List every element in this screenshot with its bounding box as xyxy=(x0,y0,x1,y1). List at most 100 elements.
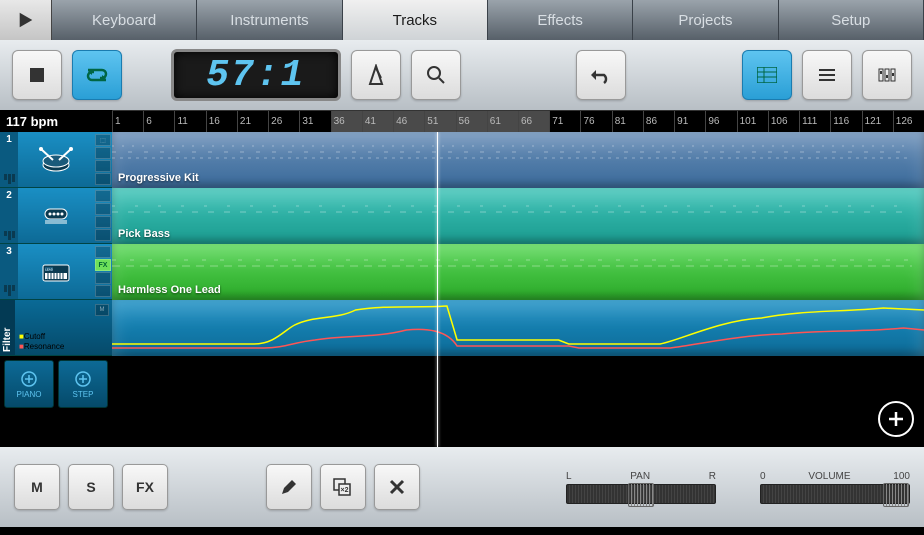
automation-badge[interactable] xyxy=(95,190,111,202)
level-meter-icon xyxy=(4,231,15,240)
solo-badge[interactable] xyxy=(95,216,111,228)
transport-toolbar: 57:1 xyxy=(0,40,924,110)
ruler-tick[interactable]: 111 xyxy=(799,111,830,132)
ruler-tick[interactable]: 66 xyxy=(518,111,549,132)
tab-instruments[interactable]: Instruments xyxy=(197,0,342,40)
play-button[interactable] xyxy=(0,0,52,40)
view-list-button[interactable] xyxy=(802,50,852,100)
clip-filter-automation[interactable] xyxy=(112,300,924,356)
delete-button[interactable] xyxy=(374,464,420,510)
metronome-icon xyxy=(365,64,387,86)
pan-thumb[interactable] xyxy=(628,483,654,507)
filter-track-header[interactable]: Filter M ■Cutoff ■Resonance xyxy=(0,300,112,356)
clip-pattern xyxy=(112,250,912,274)
view-grid-button[interactable] xyxy=(742,50,792,100)
fx-badge[interactable] xyxy=(95,147,111,159)
ruler-tick[interactable]: 51 xyxy=(424,111,455,132)
metronome-button[interactable] xyxy=(351,50,401,100)
add-piano-button[interactable]: PIANO xyxy=(4,360,54,408)
ruler-tick[interactable]: 116 xyxy=(830,111,861,132)
ruler-tick[interactable]: 106 xyxy=(768,111,799,132)
undo-button[interactable] xyxy=(576,50,626,100)
track-header-1[interactable]: 1 ⬚ xyxy=(0,132,112,188)
playhead[interactable] xyxy=(437,132,438,447)
view-mixer-button[interactable] xyxy=(862,50,912,100)
stop-button[interactable] xyxy=(12,50,62,100)
solo-badge[interactable] xyxy=(95,272,111,284)
ruler-tick[interactable]: 1 xyxy=(112,111,143,132)
ruler-tick[interactable]: 126 xyxy=(893,111,924,132)
mute-badge[interactable]: M xyxy=(95,304,109,316)
duplicate-button[interactable]: ×2 xyxy=(320,464,366,510)
clip-drums[interactable]: Progressive Kit xyxy=(112,132,924,188)
solo-button[interactable]: S xyxy=(68,464,114,510)
tab-effects[interactable]: Effects xyxy=(488,0,633,40)
ruler-tick[interactable]: 21 xyxy=(237,111,268,132)
ruler-tick[interactable]: 11 xyxy=(174,111,205,132)
clips-area[interactable]: Progressive Kit Pick Bass Harmless One L… xyxy=(112,132,924,447)
pan-slider[interactable] xyxy=(566,484,716,504)
grid-icon xyxy=(757,67,777,83)
plus-icon xyxy=(886,409,906,429)
track-headers: 1 ⬚ 2 3 LEAD xyxy=(0,132,112,447)
fx-button[interactable]: FX xyxy=(122,464,168,510)
ruler-tick[interactable]: 71 xyxy=(549,111,580,132)
mixer-icon xyxy=(877,67,897,83)
ruler-tick[interactable]: 31 xyxy=(299,111,330,132)
ruler-tick[interactable]: 61 xyxy=(487,111,518,132)
mute-button[interactable]: M xyxy=(14,464,60,510)
plus-circle-icon xyxy=(74,370,92,388)
close-icon xyxy=(389,479,405,495)
tab-keyboard[interactable]: Keyboard xyxy=(52,0,197,40)
ruler-tick[interactable]: 101 xyxy=(737,111,768,132)
tab-projects[interactable]: Projects xyxy=(633,0,778,40)
mute-badge[interactable] xyxy=(95,229,111,241)
clip-pattern xyxy=(112,138,912,162)
mute-badge[interactable] xyxy=(95,173,111,185)
ruler-tick[interactable]: 41 xyxy=(362,111,393,132)
ruler-tick[interactable]: 76 xyxy=(580,111,611,132)
timeline-ruler[interactable]: 1611162126313641465156616671768186919610… xyxy=(112,110,924,132)
ruler-tick[interactable]: 91 xyxy=(674,111,705,132)
track-header-2[interactable]: 2 xyxy=(0,188,112,244)
loop-button[interactable] xyxy=(72,50,122,100)
fx-badge[interactable] xyxy=(95,203,111,215)
clip-bass[interactable]: Pick Bass xyxy=(112,188,924,244)
edit-button[interactable] xyxy=(266,464,312,510)
zoom-button[interactable] xyxy=(411,50,461,100)
ruler-tick[interactable]: 96 xyxy=(705,111,736,132)
clip-lead[interactable]: Harmless One Lead xyxy=(112,244,924,300)
solo-badge[interactable] xyxy=(95,160,111,172)
ruler-tick[interactable]: 6 xyxy=(143,111,174,132)
position-display[interactable]: 57:1 xyxy=(171,49,341,101)
volume-thumb[interactable] xyxy=(883,483,909,507)
volume-control: 0 VOLUME 100 xyxy=(760,471,910,504)
add-step-button[interactable]: STEP xyxy=(58,360,108,408)
tempo-display[interactable]: 117 bpm xyxy=(0,114,112,129)
list-icon xyxy=(817,67,837,83)
ruler-tick[interactable]: 121 xyxy=(862,111,893,132)
ruler-tick[interactable]: 36 xyxy=(331,111,362,132)
undo-icon xyxy=(590,66,612,84)
ruler-tick[interactable]: 46 xyxy=(393,111,424,132)
fx-badge[interactable]: FX xyxy=(95,259,111,271)
tab-tracks[interactable]: Tracks xyxy=(343,0,488,40)
stop-icon xyxy=(29,67,45,83)
ruler-tick[interactable]: 86 xyxy=(643,111,674,132)
track-number: 1 xyxy=(6,134,12,145)
volume-min-label: 0 xyxy=(760,471,766,482)
track-header-3[interactable]: 3 LEAD FX xyxy=(0,244,112,300)
pan-control: L PAN R xyxy=(566,471,716,504)
automation-badge[interactable]: ⬚ xyxy=(95,134,111,146)
automation-badge[interactable] xyxy=(95,246,111,258)
ruler-tick[interactable]: 81 xyxy=(612,111,643,132)
magnifier-icon xyxy=(426,65,446,85)
ruler-tick[interactable]: 56 xyxy=(456,111,487,132)
ruler-tick[interactable]: 16 xyxy=(206,111,237,132)
add-clip-button[interactable] xyxy=(878,401,914,437)
volume-slider[interactable] xyxy=(760,484,910,504)
ruler-tick[interactable]: 26 xyxy=(268,111,299,132)
mute-badge[interactable] xyxy=(95,285,111,297)
tab-setup[interactable]: Setup xyxy=(779,0,924,40)
filter-legend: ■Cutoff ■Resonance xyxy=(19,332,108,352)
